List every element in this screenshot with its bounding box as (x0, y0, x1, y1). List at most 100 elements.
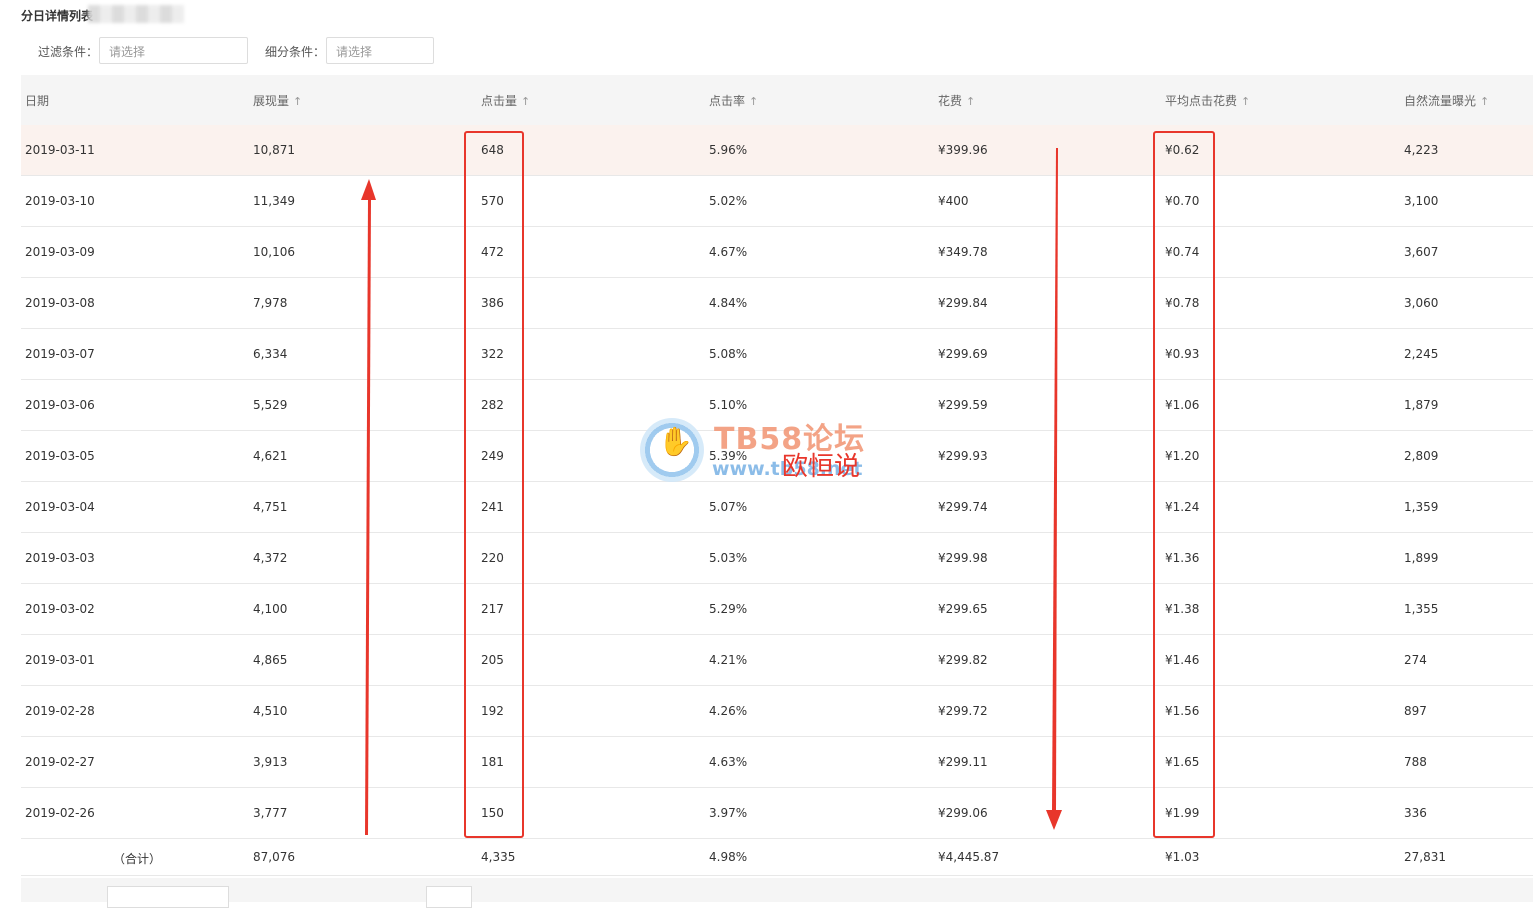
total-ctr: 4.98% (709, 850, 748, 864)
cell-cost: ¥299.11 (938, 755, 988, 769)
cell-organic-exposure: 788 (1404, 755, 1427, 769)
cell-date: 2019-02-27 (25, 755, 95, 769)
pagination-bar (21, 878, 1533, 908)
column-header-ctr[interactable]: 点击率 ↑ (709, 92, 758, 109)
page-jump-input[interactable] (426, 886, 472, 908)
table-row[interactable]: 2019-03-06 5,529 282 5.10% ¥299.59 ¥1.06 1,879 (21, 380, 1533, 431)
cell-impressions: 4,621 (253, 449, 288, 463)
sort-arrow-icon[interactable]: ↑ (521, 95, 530, 108)
total-clicks: 4,335 (481, 850, 516, 864)
cell-cost: ¥299.59 (938, 398, 988, 412)
table-row[interactable]: 2019-03-02 4,100 217 5.29% ¥299.65 ¥1.38 1,355 (21, 584, 1533, 635)
table-row[interactable]: 2019-02-27 3,913 181 4.63% ¥299.11 ¥1.65 788 (21, 737, 1533, 788)
segment-select[interactable]: 请选择 (326, 37, 434, 64)
cell-impressions: 4,100 (253, 602, 288, 616)
clicks-column-highlight-box (464, 131, 524, 838)
cell-organic-exposure: 3,060 (1404, 296, 1439, 310)
cell-impressions: 4,372 (253, 551, 288, 565)
column-header-label: 点击量 (481, 94, 518, 108)
sort-arrow-icon[interactable]: ↑ (1241, 95, 1250, 108)
cell-ctr: 4.63% (709, 755, 748, 769)
table-row[interactable]: 2019-03-01 4,865 205 4.21% ¥299.82 ¥1.46 274 (21, 635, 1533, 686)
column-header-label: 展现量 (253, 94, 290, 108)
cell-impressions: 6,334 (253, 347, 288, 361)
cell-ctr: 5.96% (709, 143, 748, 157)
cell-impressions: 4,510 (253, 704, 288, 718)
cell-ctr: 5.39% (709, 449, 748, 463)
cell-impressions: 3,913 (253, 755, 288, 769)
total-avg-cpc: ¥1.03 (1165, 850, 1200, 864)
filter-label: 过滤条件： (38, 45, 99, 59)
cell-organic-exposure: 2,809 (1404, 449, 1439, 463)
cell-organic-exposure: 274 (1404, 653, 1427, 667)
total-cost: ¥4,445.87 (938, 850, 1000, 864)
column-header-clicks[interactable]: 点击量 ↑ (481, 92, 530, 109)
column-header-label: 自然流量曝光 (1404, 94, 1477, 108)
table-row[interactable]: 2019-03-08 7,978 386 4.84% ¥299.84 ¥0.78 3,060 (21, 278, 1533, 329)
table-row[interactable]: 2019-02-28 4,510 192 4.26% ¥299.72 ¥1.56 897 (21, 686, 1533, 737)
cell-cost: ¥299.69 (938, 347, 988, 361)
cell-date: 2019-03-06 (25, 398, 95, 412)
page-size-select[interactable] (107, 886, 229, 908)
cell-date: 2019-03-09 (25, 245, 95, 259)
daily-detail-table: 日期 展现量 ↑ 点击量 ↑ 点击率 ↑ 花费 ↑ 平均点击花费 ↑ 自然流量曝光 ↑ 2019-03-… (21, 75, 1533, 876)
column-header-organic-exposure[interactable]: 自然流量曝光 ↑ (1404, 92, 1489, 109)
total-label: （合计） (113, 852, 162, 866)
table-row[interactable]: 2019-03-03 4,372 220 5.03% ¥299.98 ¥1.36 1,899 (21, 533, 1533, 584)
cell-organic-exposure: 2,245 (1404, 347, 1439, 361)
column-header-impressions[interactable]: 展现量 ↑ (253, 92, 302, 109)
cell-ctr: 5.29% (709, 602, 748, 616)
cell-impressions: 10,871 (253, 143, 295, 157)
table-row[interactable]: 2019-03-05 4,621 249 5.39% ¥299.93 ¥1.20 2,809 (21, 431, 1533, 482)
cell-organic-exposure: 1,355 (1404, 602, 1439, 616)
page-title: 分日详情列表 (21, 9, 94, 23)
sort-arrow-icon[interactable]: ↑ (749, 95, 758, 108)
cell-date: 2019-03-03 (25, 551, 95, 565)
table-row[interactable]: 2019-03-11 10,871 648 5.96% ¥399.96 ¥0.62 4,22… (21, 125, 1533, 176)
cell-ctr: 4.21% (709, 653, 748, 667)
table-total-row: （合计） 87,076 4,335 4.98% ¥4,445.87 ¥1.03 27,831 (21, 839, 1533, 876)
cell-cost: ¥299.82 (938, 653, 988, 667)
cell-impressions: 5,529 (253, 398, 288, 412)
total-organic-exposure: 27,831 (1404, 850, 1446, 864)
cell-impressions: 4,865 (253, 653, 288, 667)
cell-impressions: 4,751 (253, 500, 288, 514)
cell-cost: ¥299.98 (938, 551, 988, 565)
table-row[interactable]: 2019-03-07 6,334 322 5.08% ¥299.69 ¥0.93 2,245 (21, 329, 1533, 380)
sort-arrow-icon[interactable]: ↑ (966, 95, 975, 108)
cell-impressions: 7,978 (253, 296, 288, 310)
cell-organic-exposure: 3,100 (1404, 194, 1439, 208)
column-header-label: 平均点击花费 (1165, 94, 1238, 108)
cell-cost: ¥299.84 (938, 296, 988, 310)
cell-ctr: 5.10% (709, 398, 748, 412)
cell-organic-exposure: 4,223 (1404, 143, 1439, 157)
cell-ctr: 5.07% (709, 500, 748, 514)
sort-arrow-icon[interactable]: ↑ (1480, 95, 1489, 108)
cell-date: 2019-02-28 (25, 704, 95, 718)
column-header-cost[interactable]: 花费 ↑ (938, 92, 975, 109)
column-header-date: 日期 (25, 92, 49, 109)
cell-date: 2019-03-08 (25, 296, 95, 310)
cell-cost: ¥400 (938, 194, 969, 208)
cell-date: 2019-02-26 (25, 806, 95, 820)
cell-ctr: 5.03% (709, 551, 748, 565)
cell-cost: ¥299.06 (938, 806, 988, 820)
title-redaction-blur (88, 5, 184, 23)
column-header-avg-cpc[interactable]: 平均点击花费 ↑ (1165, 92, 1250, 109)
cell-date: 2019-03-01 (25, 653, 95, 667)
cell-date: 2019-03-10 (25, 194, 95, 208)
cell-date: 2019-03-05 (25, 449, 95, 463)
cell-ctr: 3.97% (709, 806, 748, 820)
table-row[interactable]: 2019-03-09 10,106 472 4.67% ¥349.78 ¥0.74 3,60… (21, 227, 1533, 278)
cell-organic-exposure: 1,879 (1404, 398, 1439, 412)
table-row[interactable]: 2019-03-04 4,751 241 5.07% ¥299.74 ¥1.24 1,359 (21, 482, 1533, 533)
cell-ctr: 5.02% (709, 194, 748, 208)
cell-date: 2019-03-02 (25, 602, 95, 616)
filter-select[interactable]: 请选择 (99, 37, 248, 64)
table-row[interactable]: 2019-03-10 11,349 570 5.02% ¥400 ¥0.70 3,100 (21, 176, 1533, 227)
sort-arrow-icon[interactable]: ↑ (293, 95, 302, 108)
table-row[interactable]: 2019-02-26 3,777 150 3.97% ¥299.06 ¥1.99 336 (21, 788, 1533, 839)
cell-cost: ¥349.78 (938, 245, 988, 259)
cell-cost: ¥299.74 (938, 500, 988, 514)
column-header-label: 花费 (938, 94, 963, 108)
